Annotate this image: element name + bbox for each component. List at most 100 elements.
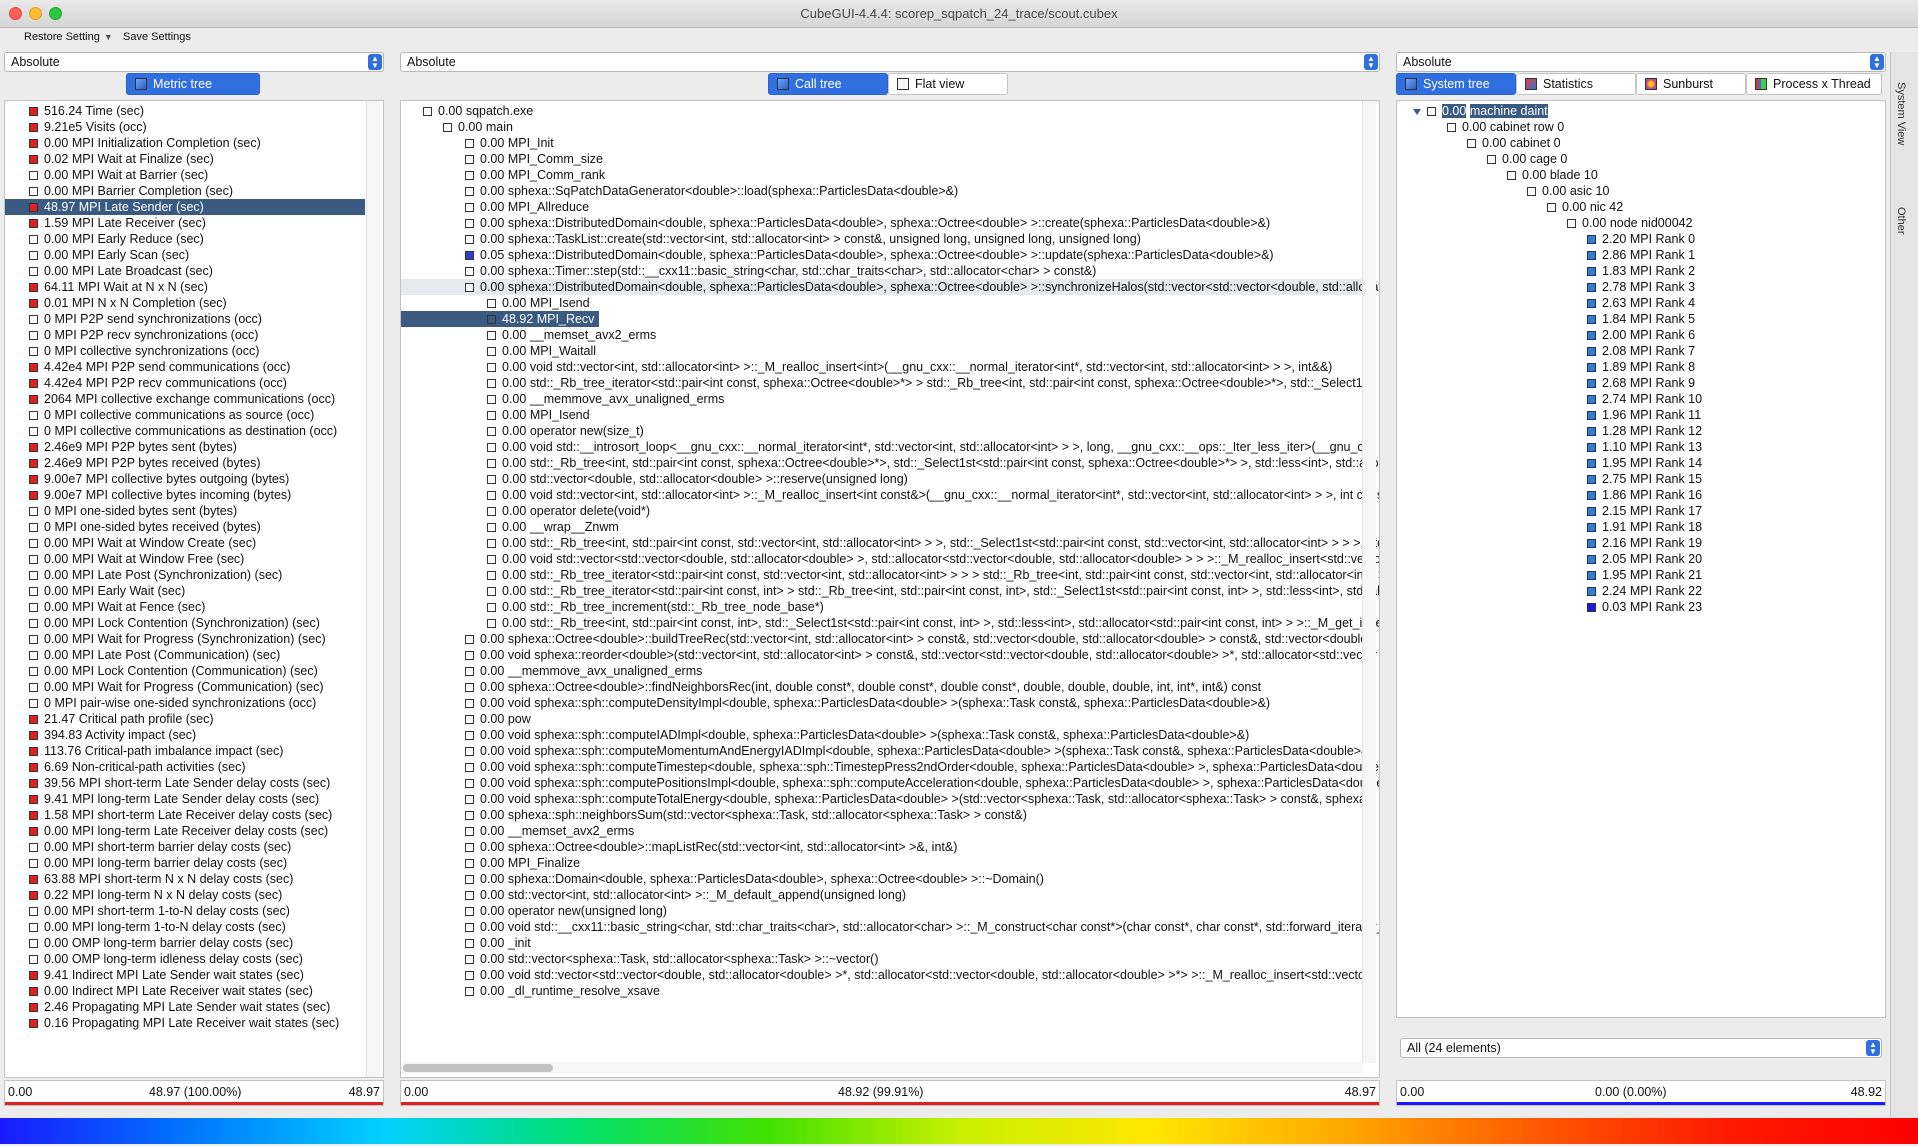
severity-color-icon[interactable] (29, 955, 38, 964)
severity-color-icon[interactable] (29, 1019, 38, 1028)
system-tree-row[interactable]: 1.86 MPI Rank 16 (1397, 487, 1702, 503)
severity-color-icon[interactable] (29, 523, 38, 532)
call-tree-hscrollbar[interactable] (401, 1062, 1362, 1074)
system-tree-row[interactable]: 2.08 MPI Rank 7 (1397, 343, 1695, 359)
severity-color-icon[interactable] (465, 987, 474, 996)
call-tree-row[interactable]: 0.05 sphexa::DistributedDomain<double, s… (401, 247, 1274, 263)
call-tree-row[interactable]: 0.00 std::_Rb_tree_iterator<std::pair<in… (401, 583, 1379, 599)
severity-color-icon[interactable] (29, 475, 38, 484)
tab-process-x-thread[interactable]: Process x Thread (1746, 73, 1882, 95)
severity-color-icon[interactable] (29, 171, 38, 180)
severity-color-icon[interactable] (29, 731, 38, 740)
severity-color-icon[interactable] (1587, 571, 1596, 580)
call-tree-row[interactable]: 0.00 std::_Rb_tree_iterator<std::pair<in… (401, 567, 1379, 583)
call-tree-row[interactable]: 0.00 operator new(size_t) (401, 423, 644, 439)
metric-tree-row[interactable]: 0 MPI collective communications as sourc… (5, 407, 314, 423)
severity-color-icon[interactable] (487, 363, 496, 372)
metric-tree-row[interactable]: 0 MPI collective synchronizations (occ) (5, 343, 259, 359)
call-tree-row[interactable]: 0.00 MPI_Allreduce (401, 199, 589, 215)
severity-color-icon[interactable] (465, 699, 474, 708)
severity-color-icon[interactable] (29, 139, 38, 148)
severity-color-icon[interactable] (29, 971, 38, 980)
call-tree-row[interactable]: 0.00 sqpatch.exe (401, 103, 533, 119)
call-tree-row[interactable]: 0.00 __memset_avx2_erms (401, 327, 656, 343)
severity-color-icon[interactable] (1587, 235, 1596, 244)
tab-other[interactable]: Other (1895, 207, 1907, 235)
severity-color-icon[interactable] (465, 875, 474, 884)
call-tree-row[interactable]: 0.00 MPI_Isend (401, 295, 590, 311)
severity-color-icon[interactable] (29, 331, 38, 340)
severity-color-icon[interactable] (29, 235, 38, 244)
severity-color-icon[interactable] (29, 267, 38, 276)
severity-color-icon[interactable] (487, 587, 496, 596)
metric-tree-row[interactable]: 9.00e7 MPI collective bytes incoming (by… (5, 487, 291, 503)
severity-color-icon[interactable] (29, 843, 38, 852)
call-tree-row[interactable]: 0.00 MPI_Isend (401, 407, 590, 423)
system-tree-row[interactable]: 0.00 cage 0 (1397, 151, 1567, 167)
severity-color-icon[interactable] (465, 187, 474, 196)
system-tree-row[interactable]: 2.15 MPI Rank 17 (1397, 503, 1702, 519)
severity-color-icon[interactable] (1527, 187, 1536, 196)
system-tree-row[interactable]: 0.00 blade 10 (1397, 167, 1598, 183)
severity-color-icon[interactable] (29, 907, 38, 916)
severity-color-icon[interactable] (487, 331, 496, 340)
metric-tree-row[interactable]: 63.88 MPI short-term N x N delay costs (… (5, 871, 293, 887)
tab-metric-tree[interactable]: Metric tree (126, 73, 260, 95)
metric-tree-row[interactable]: 0.00 MPI Wait at Fence (sec) (5, 599, 205, 615)
severity-color-icon[interactable] (29, 651, 38, 660)
severity-color-icon[interactable] (465, 267, 474, 276)
severity-color-icon[interactable] (465, 955, 474, 964)
severity-color-icon[interactable] (487, 507, 496, 516)
severity-color-icon[interactable] (1587, 267, 1596, 276)
call-value-mode-select[interactable]: Absolute ▲ ▼ (400, 52, 1380, 72)
call-tree-row[interactable]: 0.00 void sphexa::reorder<double>(std::v… (401, 647, 1377, 663)
severity-color-icon[interactable] (465, 155, 474, 164)
severity-color-icon[interactable] (29, 219, 38, 228)
severity-color-icon[interactable] (465, 923, 474, 932)
severity-color-icon[interactable] (1567, 219, 1576, 228)
severity-color-icon[interactable] (29, 1003, 38, 1012)
severity-color-icon[interactable] (1587, 363, 1596, 372)
severity-color-icon[interactable] (465, 907, 474, 916)
severity-color-icon[interactable] (1587, 491, 1596, 500)
system-tree-row[interactable]: 0.00 nic 42 (1397, 199, 1623, 215)
hscroll-thumb[interactable] (403, 1064, 553, 1072)
severity-color-icon[interactable] (487, 555, 496, 564)
call-tree-row[interactable]: 0.00 MPI_Comm_rank (401, 167, 605, 183)
severity-color-icon[interactable] (487, 299, 496, 308)
metric-tree-row[interactable]: 0 MPI P2P recv synchronizations (occ) (5, 327, 258, 343)
severity-color-icon[interactable] (29, 379, 38, 388)
call-tree-row[interactable]: 0.00 void sphexa::sph::computeDensityImp… (401, 695, 1270, 711)
severity-color-icon[interactable] (465, 891, 474, 900)
system-tree-row[interactable]: 2.16 MPI Rank 19 (1397, 535, 1702, 551)
system-tree-row[interactable]: 1.84 MPI Rank 5 (1397, 311, 1695, 327)
severity-color-icon[interactable] (1587, 331, 1596, 340)
metric-value-mode-select[interactable]: Absolute ▲ ▼ (4, 52, 384, 72)
severity-color-icon[interactable] (29, 779, 38, 788)
system-tree-row[interactable]: 0.00 cabinet 0 (1397, 135, 1561, 151)
metric-tree-row[interactable]: 48.97 MPI Late Sender (sec) (5, 199, 365, 215)
severity-color-icon[interactable] (465, 651, 474, 660)
call-tree-row[interactable]: 0.00 std::vector<int, std::allocator<int… (401, 887, 906, 903)
severity-color-icon[interactable] (29, 587, 38, 596)
severity-color-icon[interactable] (465, 843, 474, 852)
call-tree-row[interactable]: 0.00 void std::__cxx11::basic_string<cha… (401, 919, 1379, 935)
severity-color-icon[interactable] (1587, 443, 1596, 452)
call-tree-row[interactable]: 0.00 void std::vector<int, std::allocato… (401, 487, 1379, 503)
severity-color-icon[interactable] (29, 251, 38, 260)
system-tree-row[interactable]: 1.10 MPI Rank 13 (1397, 439, 1702, 455)
metric-tree-row[interactable]: 0.00 MPI Early Wait (sec) (5, 583, 185, 599)
severity-color-icon[interactable] (29, 923, 38, 932)
severity-color-icon[interactable] (29, 507, 38, 516)
metric-tree-row[interactable]: 0 MPI one-sided bytes sent (bytes) (5, 503, 237, 519)
severity-color-icon[interactable] (465, 795, 474, 804)
severity-color-icon[interactable] (465, 939, 474, 948)
metric-tree-row[interactable]: 2.46e9 MPI P2P bytes sent (bytes) (5, 439, 237, 455)
severity-color-icon[interactable] (465, 763, 474, 772)
severity-color-icon[interactable] (465, 971, 474, 980)
severity-color-icon[interactable] (487, 491, 496, 500)
severity-color-icon[interactable] (465, 683, 474, 692)
system-tree-row[interactable]: 1.91 MPI Rank 18 (1397, 519, 1702, 535)
metric-tree-row[interactable]: 0.00 MPI Lock Contention (Communication)… (5, 663, 318, 679)
expand-arrow-icon[interactable] (15, 204, 21, 212)
